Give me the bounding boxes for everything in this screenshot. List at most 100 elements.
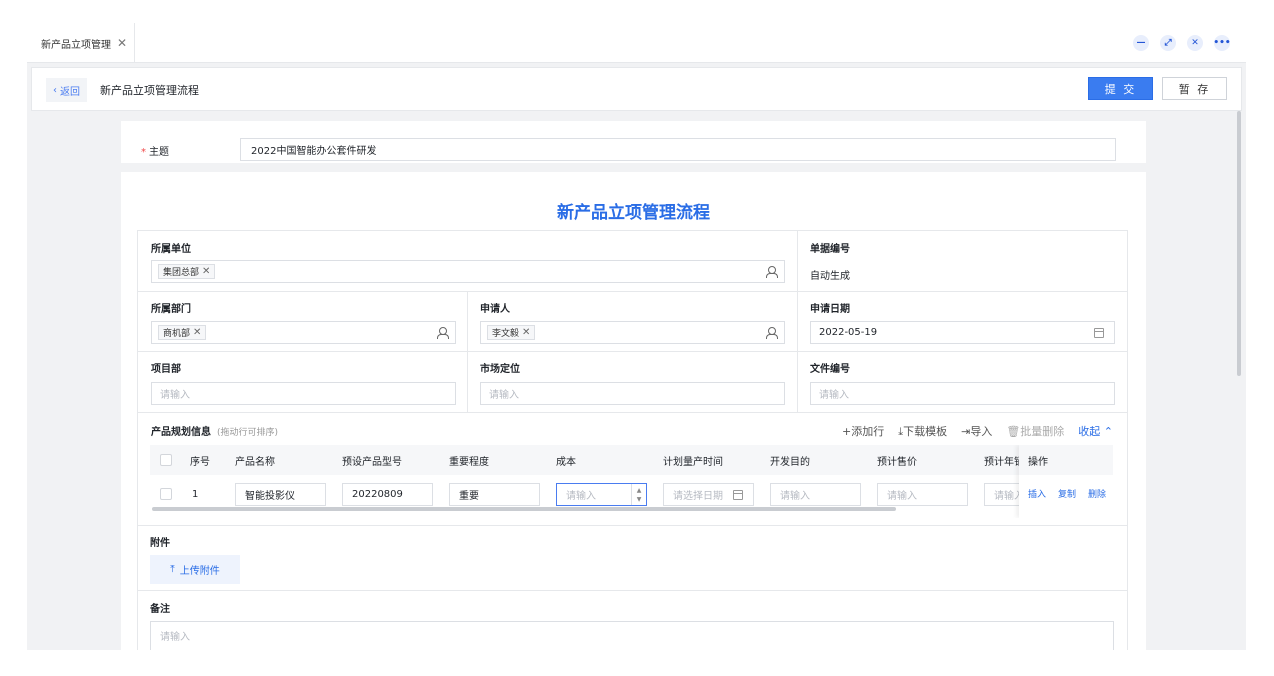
unit-picker[interactable]: 集团总部 ✕ [151,260,785,283]
calendar-icon [733,490,743,500]
plan-toolbar: +添加行 ⤓下载模板 ⇥导入 🗑批量删除 收起 ⌃ [842,423,1113,439]
required-mark: * [141,147,146,158]
applicant-picker[interactable]: 李文毅 ✕ [480,321,785,344]
divider [138,590,1127,591]
applicant-tag-text: 李文毅 [492,329,520,339]
remove-tag-icon[interactable]: ✕ [202,266,210,277]
import-icon: ⇥ [961,425,971,438]
unit-label: 所属单位 [151,244,191,255]
col-model: 预设产品型号 [342,456,402,468]
market-input[interactable]: 请输入 [480,382,785,405]
subject-input[interactable]: 2022中国智能办公套件研发 [240,138,1116,161]
submit-button[interactable]: 提 交 [1088,77,1153,100]
plan-table: 序号 产品名称 预设产品型号 重要程度 成本 计划量产时间 开发目的 预计售价 … [150,445,1113,518]
plan-hint: (拖动行可排序) [217,428,279,438]
remark-label: 备注 [150,604,170,615]
tab-bar: 新产品立项管理 ✕ — ⤢ ✕ ••• [27,23,1246,63]
close-tab-icon[interactable]: ✕ [117,36,127,50]
upload-attachment-button[interactable]: ⤒ 上传附件 [150,555,240,584]
select-all-checkbox[interactable] [160,445,172,475]
divider [138,291,1127,292]
model-input[interactable]: 20220809 [342,483,433,506]
upload-icon: ⤒ [170,564,175,575]
subject-row: * 主题 2022中国智能办公套件研发 [121,121,1146,163]
back-button[interactable]: ‹ 返回 [46,78,87,102]
subject-label: * 主题 [141,143,169,158]
import-button[interactable]: ⇥导入 [961,423,992,439]
form-card: 新产品立项管理流程 所属单位 集团总部 ✕ 单据编号 自动生成 所属部门 商机部 ✕… [121,172,1146,650]
more-icon[interactable]: ••• [1213,35,1231,51]
col-purpose: 开发目的 [770,456,810,468]
doc-no-value: 自动生成 [810,271,850,282]
page-header: ‹ 返回 新产品立项管理流程 提 交 暂 存 [31,67,1242,111]
trash-icon: 🗑 [1006,425,1021,438]
project-label: 项目部 [151,364,181,375]
download-template-label: 下载模板 [903,425,948,438]
project-input[interactable]: 请输入 [151,382,456,405]
file-no-placeholder: 请输入 [819,390,849,401]
file-no-label: 文件编号 [810,364,850,375]
purpose-input[interactable]: 请输入 [770,483,861,506]
col-product-name: 产品名称 [235,456,275,468]
collapse-label: 收起 [1078,425,1101,438]
product-name-input[interactable]: 智能投影仪 [235,483,326,506]
close-icon[interactable]: ✕ [1187,35,1203,51]
import-label: 导入 [970,425,993,438]
purpose-placeholder: 请输入 [780,491,810,502]
file-no-input[interactable]: 请输入 [810,382,1115,405]
tab-label: 新产品立项管理 [41,39,111,51]
user-icon[interactable] [766,266,778,278]
tab-new-product[interactable]: 新产品立项管理 ✕ [27,23,135,63]
col-importance: 重要程度 [449,456,489,468]
form-title: 新产品立项管理流程 [557,203,710,223]
col-annual-sales: 预计年销 [984,456,1024,468]
apply-date-picker[interactable]: 2022-05-19 [810,321,1115,344]
unit-tag: 集团总部 ✕ [158,264,216,279]
divider [467,291,468,412]
cost-placeholder: 请输入 [566,491,596,502]
collapse-button[interactable]: 收起 ⌃ [1078,423,1113,439]
remove-tag-icon[interactable]: ✕ [193,327,201,338]
plan-section: 产品规划信息 (拖动行可排序) +添加行 ⤓下载模板 ⇥导入 🗑批量删除 收起 ⌃… [138,413,1127,525]
divider [797,231,798,412]
date-placeholder: 请选择日期 [673,491,723,502]
row-checkbox[interactable] [160,479,172,509]
insert-row-link[interactable]: 插入 [1028,487,1046,500]
apply-date-value: 2022-05-19 [819,327,878,338]
add-row-button[interactable]: +添加行 [842,423,884,439]
user-icon[interactable] [437,327,449,339]
cost-input[interactable]: 请输入 ▲ ▼ [556,483,647,506]
divider [138,525,1127,526]
remove-tag-icon[interactable]: ✕ [522,327,530,338]
doc-no-label: 单据编号 [810,244,850,255]
production-date-picker[interactable]: 请选择日期 [663,483,754,506]
download-template-button[interactable]: ⤓下载模板 [898,423,947,439]
save-draft-button[interactable]: 暂 存 [1162,77,1227,100]
importance-input[interactable]: 重要 [449,483,540,506]
delete-row-link[interactable]: 删除 [1088,487,1106,500]
minimize-icon[interactable]: — [1133,35,1149,51]
form-grid: 所属单位 集团总部 ✕ 单据编号 自动生成 所属部门 商机部 ✕ 申请人 李文毅 ✕ … [137,230,1128,650]
calendar-icon [1094,328,1104,338]
dept-tag: 商机部 ✕ [158,325,207,340]
col-price: 预计售价 [877,456,917,468]
remark-placeholder: 请输入 [160,632,190,643]
price-placeholder: 请输入 [887,491,917,502]
user-icon[interactable] [766,327,778,339]
stepper-icon[interactable]: ▲ ▼ [631,484,646,505]
price-input[interactable]: 请输入 [877,483,968,506]
table-header [150,445,1113,475]
horizontal-scrollbar[interactable] [152,507,896,511]
dept-picker[interactable]: 商机部 ✕ [151,321,456,344]
applicant-tag: 李文毅 ✕ [487,325,536,340]
vertical-scrollbar[interactable] [1237,111,1241,376]
restore-icon[interactable]: ⤢ [1160,35,1176,51]
unit-tag-text: 集团总部 [163,268,200,278]
copy-row-link[interactable]: 复制 [1058,487,1076,500]
chevron-up-icon: ⌃ [1103,425,1113,438]
batch-delete-button[interactable]: 🗑批量删除 [1006,423,1064,439]
dept-label: 所属部门 [151,304,191,315]
app-window: 新产品立项管理 ✕ — ⤢ ✕ ••• ‹ 返回 新产品立项管理流程 提 交 暂… [27,23,1246,650]
col-cost: 成本 [556,456,576,468]
remark-textarea[interactable]: 请输入 [150,621,1114,650]
